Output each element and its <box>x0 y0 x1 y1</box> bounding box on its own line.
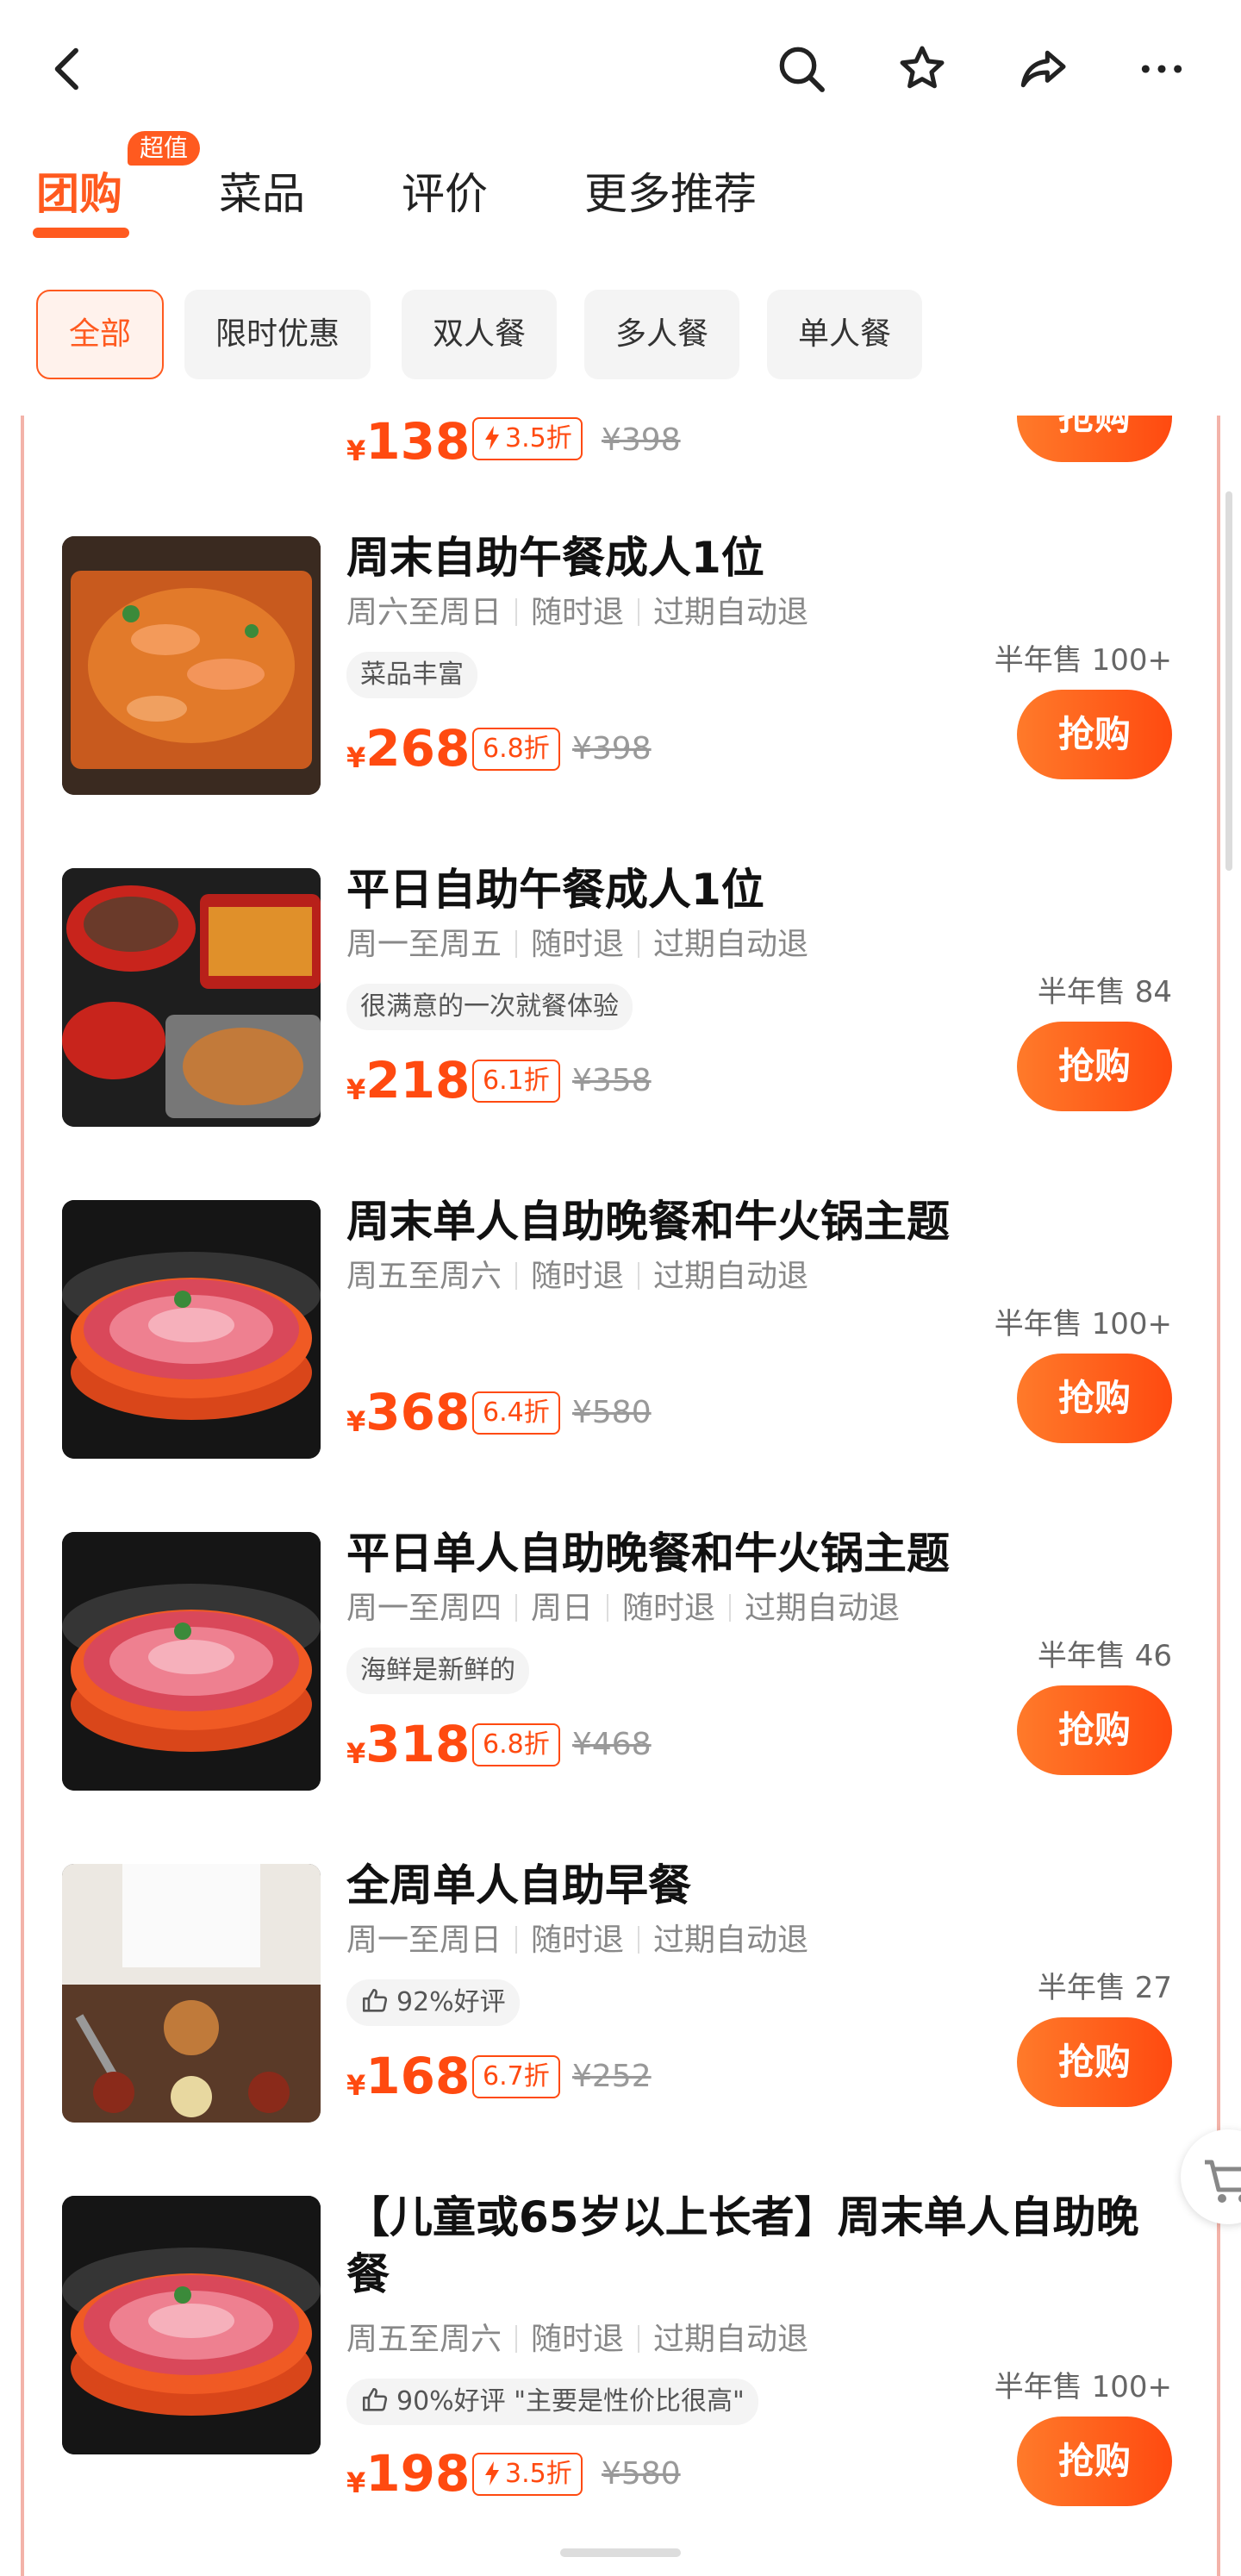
deal-meta: 周五至周六 随时退 过期自动退 <box>346 2322 809 2357</box>
filter-chips: 全部 限时优惠 双人餐 多人餐 单人餐 <box>0 284 1241 379</box>
deal-price: ¥198 <box>346 2444 471 2503</box>
deal-image-beef-hotpot <box>62 1200 321 1459</box>
deal-meta: 周一至周日 随时退 过期自动退 <box>346 1923 809 1958</box>
deal-row-partial[interactable]: ¥138 3.5折 ¥398 抢购 <box>24 416 1217 485</box>
deal-price: ¥168 <box>346 2047 471 2105</box>
tab-group-buy[interactable]: 团购 <box>36 164 122 224</box>
deal-title: 平日自助午餐成人1位 <box>346 865 764 915</box>
deal-row[interactable]: 平日单人自助晚餐和牛火锅主题 周一至周四 周日 随时退 过期自动退 海鲜是新鲜的 ¥3… <box>24 1529 1217 1808</box>
buy-button[interactable]: 抢购 <box>1017 2017 1172 2107</box>
deal-tag: 海鲜是新鲜的 <box>346 1648 529 1694</box>
discount-badge: 6.7折 <box>472 2055 560 2098</box>
deal-image-breakfast <box>62 1864 321 2123</box>
deal-row[interactable]: 【儿童或65岁以上长者】周末单人自助晚餐 周五至周六 随时退 过期自动退 90%好评… <box>24 2192 1217 2541</box>
home-indicator <box>560 2548 681 2557</box>
thumbs-up-icon <box>362 1988 388 2012</box>
deal-list: ¥138 3.5折 ¥398 抢购 周末自助午餐成人1位 周六至周日 随时退 过期自… <box>21 416 1220 2576</box>
cart-button[interactable] <box>1181 2129 1241 2224</box>
deal-image-seafood <box>62 536 321 795</box>
deal-title: 平日单人自助晚餐和牛火锅主题 <box>346 1529 950 1579</box>
search-icon[interactable] <box>767 34 836 103</box>
sales-count: 半年售 100+ <box>994 643 1172 678</box>
deal-price: ¥268 <box>346 719 471 778</box>
deal-row[interactable]: 周末自助午餐成人1位 周六至周日 随时退 过期自动退 菜品丰富 ¥268 6.8折 … <box>24 533 1217 812</box>
deal-title: 周末自助午餐成人1位 <box>346 533 764 583</box>
more-icon[interactable] <box>1127 34 1196 103</box>
original-price: ¥580 <box>602 2456 681 2492</box>
discount-badge: 6.8折 <box>472 728 560 771</box>
tab-more-recommend[interactable]: 更多推荐 <box>584 164 757 224</box>
discount-badge: 6.1折 <box>472 1060 560 1103</box>
buy-button[interactable]: 抢购 <box>1017 1685 1172 1775</box>
deal-image-beef-hotpot <box>62 1532 321 1791</box>
active-tab-indicator <box>33 228 129 238</box>
thumbs-up-icon <box>362 2387 388 2411</box>
back-icon[interactable] <box>34 34 103 103</box>
discount-badge: 6.4折 <box>472 1391 560 1435</box>
original-price: ¥252 <box>572 2059 652 2094</box>
deal-tag: 92%好评 <box>346 1979 520 2026</box>
deal-meta: 周一至周四 周日 随时退 过期自动退 <box>346 1591 901 1626</box>
deal-price: ¥368 <box>346 1383 471 1441</box>
sales-count: 半年售 27 <box>1037 1971 1172 2005</box>
filter-chip-limited[interactable]: 限时优惠 <box>184 290 371 379</box>
deal-title: 周末单人自助晚餐和牛火锅主题 <box>346 1197 950 1247</box>
deal-row[interactable]: 平日自助午餐成人1位 周一至周五 随时退 过期自动退 很满意的一次就餐体验 ¥218… <box>24 865 1217 1144</box>
sales-count: 半年售 100+ <box>994 1307 1172 1341</box>
deal-price: ¥218 <box>346 1051 471 1110</box>
original-price: ¥358 <box>572 1063 652 1098</box>
deal-meta: 周一至周五 随时退 过期自动退 <box>346 927 809 962</box>
deal-price: ¥138 <box>346 416 471 471</box>
deal-row[interactable]: 全周单人自助早餐 周一至周日 随时退 过期自动退 92%好评 ¥168 6.7折 ¥… <box>24 1860 1217 2140</box>
deal-tag: 很满意的一次就餐体验 <box>346 984 633 1030</box>
buy-button[interactable]: 抢购 <box>1017 2417 1172 2506</box>
cart-icon <box>1205 2160 1241 2203</box>
filter-chip-all[interactable]: 全部 <box>36 290 165 379</box>
star-icon[interactable] <box>888 34 957 103</box>
filter-chip-multi[interactable]: 多人餐 <box>584 290 740 379</box>
discount-badge: 3.5折 <box>472 417 583 460</box>
deal-price: ¥318 <box>346 1715 471 1773</box>
deal-tag: 90%好评 "主要是性价比很高" <box>346 2379 758 2425</box>
buy-button[interactable]: 抢购 <box>1017 1354 1172 1443</box>
original-price: ¥398 <box>572 731 652 766</box>
scrollbar[interactable] <box>1225 491 1232 871</box>
filter-chip-double[interactable]: 双人餐 <box>402 290 558 379</box>
buy-button[interactable]: 抢购 <box>1017 1022 1172 1111</box>
deal-meta: 周五至周六 随时退 过期自动退 <box>346 1259 809 1294</box>
sales-count: 半年售 100+ <box>994 2370 1172 2404</box>
value-badge: 超值 <box>128 131 201 166</box>
bolt-icon <box>485 426 499 450</box>
deal-tag: 菜品丰富 <box>346 652 477 698</box>
deal-image-lunch <box>62 868 321 1127</box>
sales-count: 半年售 84 <box>1037 975 1172 1010</box>
share-icon[interactable] <box>1008 34 1077 103</box>
deal-image-beef-hotpot <box>62 2196 321 2454</box>
discount-badge: 6.8折 <box>472 1723 560 1766</box>
filter-chip-single[interactable]: 单人餐 <box>767 290 923 379</box>
buy-button[interactable]: 抢购 <box>1017 416 1172 462</box>
original-price: ¥468 <box>572 1727 652 1762</box>
tab-reviews[interactable]: 评价 <box>402 164 488 224</box>
original-price: ¥580 <box>572 1395 652 1430</box>
sales-count: 半年售 46 <box>1037 1639 1172 1673</box>
buy-button[interactable]: 抢购 <box>1017 690 1172 779</box>
discount-badge: 3.5折 <box>472 2453 583 2496</box>
deal-row[interactable]: 周末单人自助晚餐和牛火锅主题 周五至周六 随时退 过期自动退 ¥368 6.4折 ¥… <box>24 1197 1217 1476</box>
original-price: ¥398 <box>602 422 681 458</box>
tab-dishes[interactable]: 菜品 <box>219 164 305 224</box>
deal-title: 全周单人自助早餐 <box>346 1860 691 1910</box>
deal-meta: 周六至周日 随时退 过期自动退 <box>346 595 809 630</box>
deal-title: 【儿童或65岁以上长者】周末单人自助晚餐 <box>346 2192 1139 2299</box>
top-nav-bar <box>0 0 1241 138</box>
bolt-icon <box>485 2461 499 2485</box>
